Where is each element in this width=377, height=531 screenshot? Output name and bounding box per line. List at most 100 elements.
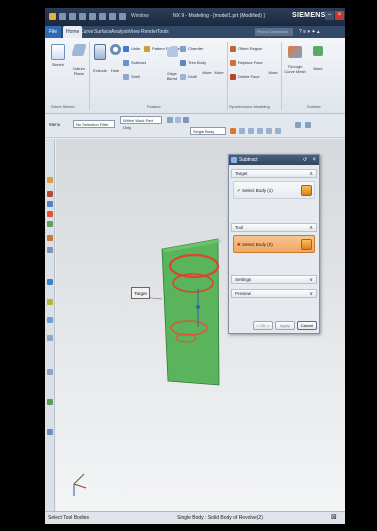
- process-studio-icon[interactable]: [47, 299, 53, 305]
- draft-button[interactable]: Draft: [180, 74, 197, 80]
- selection-filter-dropdown[interactable]: No Selection Filter: [73, 120, 115, 128]
- center-icon[interactable]: [266, 128, 272, 134]
- tab-surface[interactable]: Surface: [94, 29, 111, 35]
- axis-point: [196, 305, 200, 309]
- settings-section[interactable]: Settings ∨: [231, 275, 317, 284]
- file-menu[interactable]: File: [45, 26, 61, 38]
- hole-icon: [109, 44, 121, 55]
- cut-icon[interactable]: [89, 13, 96, 20]
- ok-button[interactable]: < OK >: [253, 321, 273, 330]
- reuse-library-icon[interactable]: [47, 211, 53, 217]
- scope-dropdown[interactable]: Within Work Part Only: [120, 116, 162, 130]
- history-icon[interactable]: [47, 247, 53, 253]
- redo-icon[interactable]: [79, 13, 86, 20]
- datum-plane-icon: [71, 44, 87, 56]
- datum-plane-button[interactable]: Datum Plane: [71, 44, 87, 76]
- expand-icon: ∨: [309, 291, 313, 297]
- unite-button[interactable]: Unite: [123, 46, 140, 52]
- hole-button[interactable]: Hole: [108, 44, 122, 73]
- status-bar: Select Tool Bodies Single Body : Solid B…: [45, 511, 345, 524]
- target-body[interactable]: [161, 238, 220, 386]
- tab-view[interactable]: View: [129, 29, 140, 35]
- roles-2-icon[interactable]: [47, 429, 53, 435]
- resource-bar: [45, 139, 55, 511]
- menu-button[interactable]: Menu: [49, 122, 60, 127]
- web-browser-icon[interactable]: [47, 235, 53, 241]
- ribbon-separator: [281, 42, 282, 110]
- expand-icon: ∨: [309, 277, 313, 283]
- subtract-button[interactable]: Subtract: [123, 60, 146, 66]
- palette-icon[interactable]: [47, 369, 53, 375]
- paste-icon[interactable]: [109, 13, 116, 20]
- sketch-button[interactable]: Sketch: [49, 44, 67, 67]
- navigator-icon[interactable]: [47, 177, 53, 183]
- window-menu[interactable]: Window: [131, 13, 149, 19]
- offset-region-button[interactable]: Offset Region: [230, 46, 262, 52]
- more-feature-button[interactable]: More: [201, 70, 213, 75]
- orange-snap-icon[interactable]: [230, 128, 236, 134]
- tool-section[interactable]: Tool ∧: [231, 223, 317, 232]
- preview-section[interactable]: Preview ∨: [231, 289, 317, 298]
- shell-button[interactable]: Shell: [123, 74, 140, 80]
- more-feature-2-button[interactable]: More: [213, 70, 225, 75]
- dialog-close-button[interactable]: ×: [312, 155, 316, 165]
- tab-curve[interactable]: Curve: [80, 29, 93, 35]
- snap-icon[interactable]: [167, 117, 173, 123]
- dialog-title: Subtract: [239, 157, 258, 163]
- replace-face-button[interactable]: Replace Face: [230, 60, 263, 66]
- repeat-icon[interactable]: [119, 13, 126, 20]
- target-section[interactable]: Target ∧: [231, 169, 317, 178]
- title-bar: Window NX 9 - Modeling - [model1.prt (Mo…: [45, 8, 345, 26]
- trim-body-button[interactable]: Trim Body: [180, 60, 206, 66]
- cancel-button[interactable]: Cancel: [297, 321, 317, 330]
- end-icon[interactable]: [248, 128, 254, 134]
- extrude-button[interactable]: Extrude: [92, 44, 108, 73]
- trim-body-icon: [180, 60, 186, 66]
- close-button[interactable]: ×: [335, 11, 344, 20]
- tab-render[interactable]: Render: [141, 29, 157, 35]
- reuse-icon[interactable]: [47, 399, 53, 405]
- group-synchronous: Synchronous Modeling: [229, 104, 270, 109]
- apply-button[interactable]: Apply: [275, 321, 295, 330]
- copy-icon[interactable]: [99, 13, 106, 20]
- minimize-button[interactable]: –: [325, 11, 334, 20]
- find-command-input[interactable]: Find a Command: [255, 28, 293, 36]
- tab-tools[interactable]: Tools: [157, 29, 169, 35]
- orient-icon[interactable]: [305, 122, 311, 128]
- help-icon[interactable]: ? ≡ ▾ ✦ ▴: [299, 29, 319, 35]
- constraint-icon[interactable]: [47, 201, 53, 207]
- delete-face-button[interactable]: Delete Face: [230, 74, 260, 80]
- more-surface-button[interactable]: More: [311, 46, 325, 71]
- nx-logo-icon[interactable]: [49, 13, 56, 20]
- body-rule-dropdown[interactable]: Single Body: [190, 127, 226, 135]
- hd3d-icon[interactable]: [47, 221, 53, 227]
- assembly-icon[interactable]: [47, 191, 53, 197]
- reset-icon[interactable]: ↺: [303, 155, 307, 165]
- target-select-body[interactable]: ✔ Select Body (1): [233, 181, 315, 199]
- tab-analysis[interactable]: Analysis: [111, 29, 130, 35]
- point-icon[interactable]: [239, 128, 245, 134]
- draft-icon: [180, 74, 186, 80]
- save-icon[interactable]: [59, 13, 66, 20]
- ribbon-separator: [227, 42, 228, 110]
- select-body-icon: [301, 185, 312, 196]
- nx-window: Window NX 9 - Modeling - [model1.prt (Mo…: [45, 8, 345, 524]
- edge-blend-button[interactable]: Edge Blend: [165, 46, 179, 81]
- system-materials-icon[interactable]: [47, 279, 53, 285]
- tool-select-body[interactable]: ✱ Select Body (0): [233, 235, 315, 253]
- status-options-icon[interactable]: ⊠: [331, 513, 337, 521]
- more-sync-button[interactable]: More: [267, 70, 279, 75]
- tool-select-label: Select Body (0): [242, 242, 273, 247]
- undo-icon[interactable]: [69, 13, 76, 20]
- mid-icon[interactable]: [257, 128, 263, 134]
- view-icon[interactable]: [295, 122, 301, 128]
- filter-icon[interactable]: [183, 117, 189, 123]
- pattern-feature-icon: [144, 46, 150, 52]
- manufacturing-icon[interactable]: [47, 317, 53, 323]
- quadrant-icon[interactable]: [275, 128, 281, 134]
- through-curve-mesh-button[interactable]: Through Curve Mesh: [283, 46, 307, 74]
- chamfer-button[interactable]: Chamfer: [180, 46, 203, 52]
- offset-region-icon: [230, 46, 236, 52]
- roles-icon[interactable]: [47, 335, 53, 341]
- select-icon[interactable]: [175, 117, 181, 123]
